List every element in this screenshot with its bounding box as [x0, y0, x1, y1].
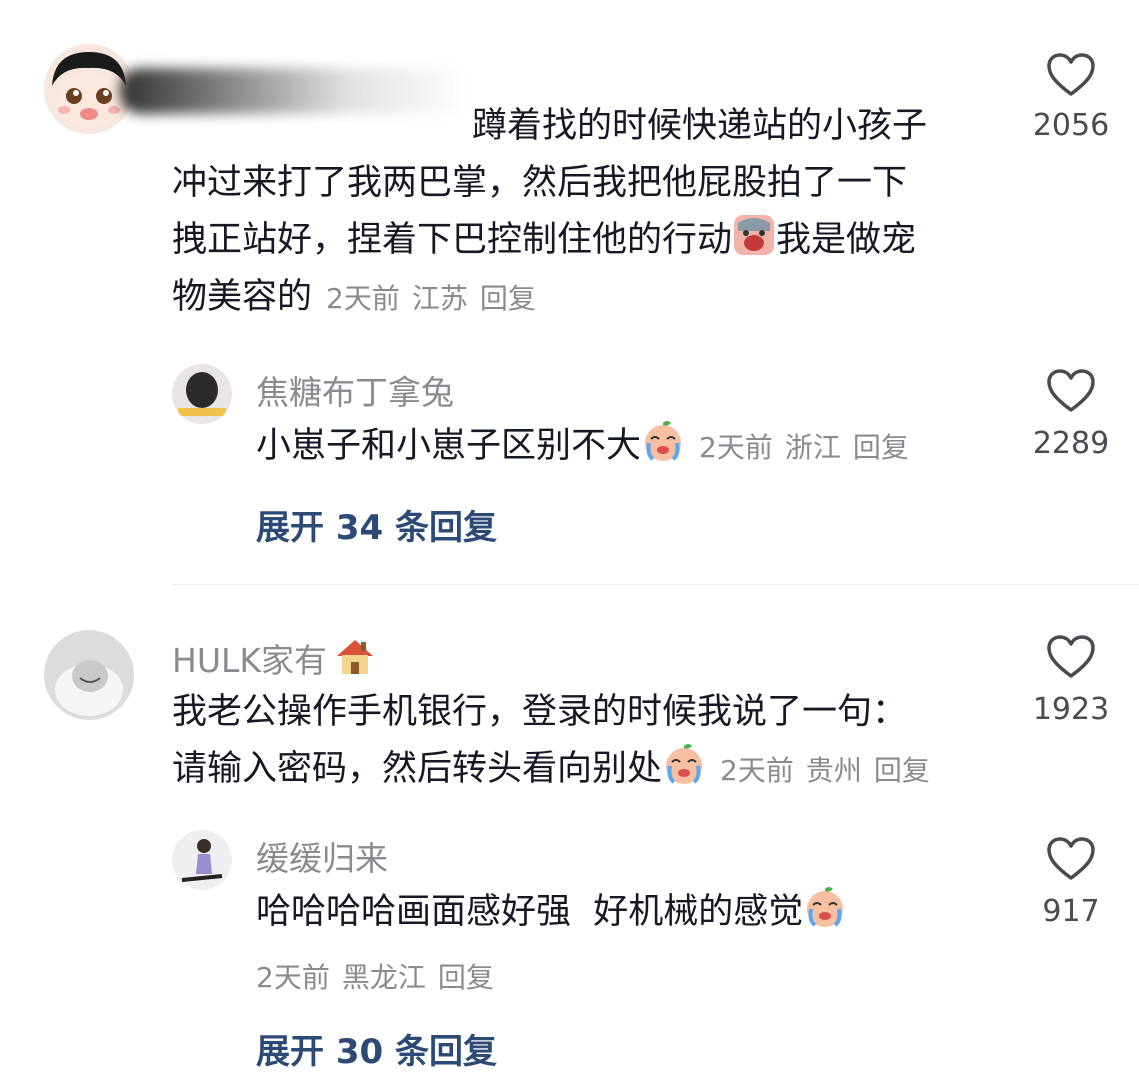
expand-replies-button[interactable]: 展开 30 条回复 [256, 1024, 497, 1073]
heart-outline-icon[interactable] [1046, 368, 1096, 414]
comment-line-2: 冲过来打了我两巴掌，然后我把他屁股拍了一下 [172, 163, 908, 203]
like-count: 917 [1042, 894, 1100, 929]
reply-username[interactable]: 缓缓归来 [256, 832, 388, 880]
comment-line-2: 请输入密码，然后转头看向别处 2天前 贵州 回复 [172, 741, 942, 799]
reply-avatar[interactable] [172, 830, 232, 890]
crying-emoji-icon [666, 744, 703, 784]
reply-text: 小崽子和小崽子区别不大 2天前 浙江 回复 [256, 418, 921, 476]
comment-line-1: 我老公操作手机银行，登录的时候我说了一句： [172, 692, 908, 732]
heart-outline-icon[interactable] [1046, 634, 1096, 680]
divider [172, 584, 1139, 585]
reply-avatar[interactable] [172, 364, 232, 424]
avatar[interactable] [44, 630, 134, 720]
comment-line-3: 拽正站好，捏着下巴控制住他的行动 我是做宠 [172, 212, 927, 269]
comment-text: 我老公操作手机银行，登录的时候我说了一句： 请输入密码，然后转头看向别处 2天前贵… [172, 684, 942, 799]
comment-meta: 2天前 贵州 回复 [720, 754, 930, 787]
like-count: 1923 [1032, 692, 1110, 727]
username[interactable]: HULK家有 [172, 634, 377, 682]
reply-button[interactable]: 回复 [874, 754, 930, 787]
house-emoji-icon [337, 640, 373, 674]
comment-meta: 2天前 江苏 回复 [326, 282, 536, 315]
crying-emoji-icon [807, 887, 844, 927]
like-count: 2056 [1032, 108, 1110, 143]
comment-text: 蹲着找的时候快递站的小孩子 冲过来打了我两巴掌，然后我把他屁股拍了一下 拽正站好… [172, 98, 927, 327]
crying-emoji-icon [645, 421, 682, 461]
like-count: 2289 [1032, 426, 1110, 461]
heart-outline-icon[interactable] [1046, 52, 1096, 98]
screaming-emoji-icon [734, 215, 775, 255]
reply-button[interactable]: 回复 [853, 431, 909, 464]
reply-button[interactable]: 回复 [438, 961, 494, 994]
expand-replies-button[interactable]: 展开 34 条回复 [256, 500, 497, 549]
reply-username[interactable]: 焦糖布丁拿兔 [256, 366, 454, 414]
reply-button[interactable]: 回复 [480, 282, 536, 315]
comment-line-4: 物美容的 2天前 江苏 回复 [172, 269, 927, 327]
reply-meta: 2天前 浙江 回复 [699, 431, 909, 464]
reply-text: 哈哈哈哈画面感好强 好机械的感觉 [256, 884, 847, 941]
heart-outline-icon[interactable] [1046, 836, 1096, 882]
comment-line-1: 蹲着找的时候快递站的小孩子 [472, 106, 928, 146]
reply-meta: 2天前 黑龙江 回复 [256, 961, 494, 994]
